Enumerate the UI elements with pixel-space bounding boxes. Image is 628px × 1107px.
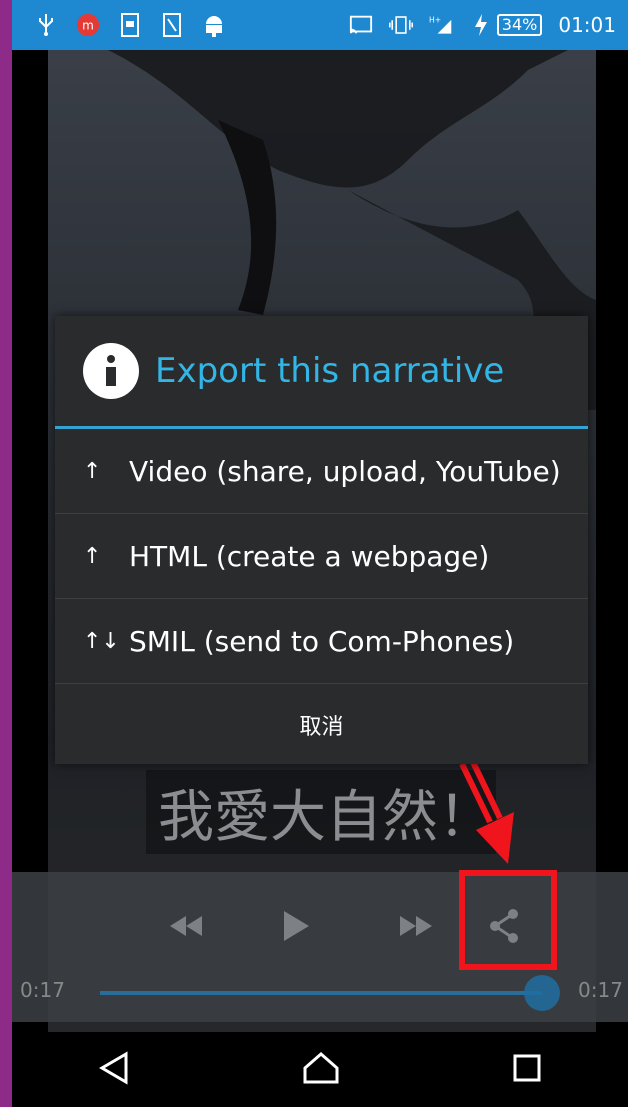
seek-bar[interactable]: [100, 991, 542, 995]
charging-icon: [469, 13, 493, 37]
vibrate-icon: [388, 13, 413, 37]
note-icon: [160, 13, 184, 37]
export-option-video[interactable]: ↑ Video (share, upload, YouTube): [55, 429, 588, 514]
annotation-highlight-box: [459, 870, 557, 970]
dialog-title: Export this narrative: [155, 351, 505, 391]
play-icon: [284, 911, 309, 941]
play-button[interactable]: [266, 902, 326, 950]
option-arrow: ↑↓: [83, 628, 120, 654]
option-label: SMIL (send to Com-Phones): [129, 624, 515, 658]
time-total: 0:17: [578, 978, 623, 1002]
rewind-icon: [170, 916, 202, 936]
option-arrow: ↑: [83, 458, 102, 484]
recent-apps-button[interactable]: [512, 1053, 542, 1087]
app-m-icon: m: [76, 13, 100, 37]
rewind-button[interactable]: [156, 902, 216, 950]
home-button[interactable]: [302, 1051, 340, 1089]
export-dialog: Export this narrative ↑ Video (share, up…: [55, 316, 588, 764]
fast-forward-button[interactable]: [386, 902, 446, 950]
seek-thumb[interactable]: [524, 975, 560, 1011]
option-arrow: ↑: [83, 543, 102, 569]
cast-icon: [349, 13, 373, 37]
recent-apps-icon: [513, 1054, 541, 1081]
cancel-button[interactable]: 取消: [55, 684, 588, 766]
video-caption: 我愛大自然！: [146, 770, 496, 854]
svg-text:H+: H+: [429, 15, 441, 24]
left-edge-stripe: [0, 0, 12, 1107]
svg-text:m: m: [82, 18, 94, 32]
navigation-bar: [12, 1032, 628, 1107]
android-icon: [202, 13, 226, 37]
annotation-arrow-icon: [459, 760, 514, 864]
back-icon: [99, 1050, 128, 1085]
screen-record-icon: [118, 13, 142, 37]
status-bar: m H+ 34% 01:01: [12, 0, 628, 50]
signal-icon: H+: [429, 13, 453, 37]
time-elapsed: 0:17: [20, 978, 65, 1002]
clock: 01:01: [558, 13, 616, 37]
home-icon: [303, 1051, 339, 1083]
info-icon: [83, 343, 139, 399]
usb-icon: [34, 13, 58, 37]
export-option-html[interactable]: ↑ HTML (create a webpage): [55, 514, 588, 599]
fast-forward-icon: [400, 916, 432, 936]
option-label: Video (share, upload, YouTube): [129, 454, 561, 488]
export-option-smil[interactable]: ↑↓ SMIL (send to Com-Phones): [55, 599, 588, 684]
back-button[interactable]: [98, 1050, 130, 1089]
battery-percent: 34%: [496, 14, 543, 36]
dialog-header: Export this narrative: [55, 316, 588, 429]
option-label: HTML (create a webpage): [129, 539, 490, 573]
